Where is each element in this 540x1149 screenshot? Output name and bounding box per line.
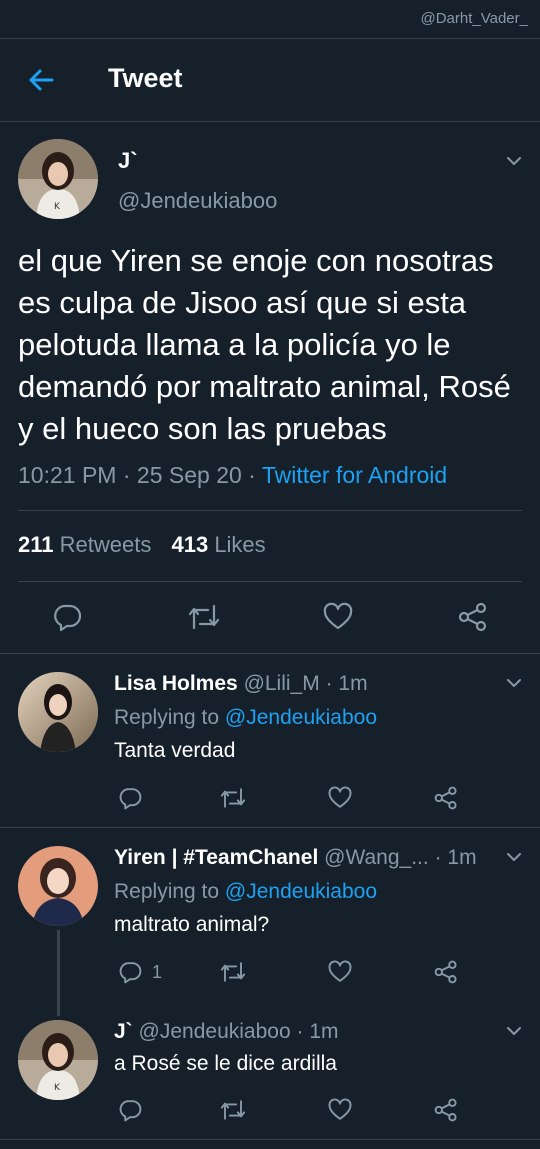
reply-author-name[interactable]: J`: [114, 1020, 133, 1043]
likes-count: 413: [171, 532, 209, 557]
replying-to: Replying to @Jendeukiaboo: [114, 706, 377, 730]
likes-label: Likes: [214, 532, 266, 557]
like-icon[interactable]: [328, 1098, 352, 1122]
share-icon[interactable]: [457, 602, 489, 632]
reply-author-handle[interactable]: @Wang_...: [324, 846, 429, 869]
reply-age: 1m: [447, 846, 477, 869]
meta-dot: ·: [248, 462, 262, 488]
reply-header: Lisa Holmes @Lili_M · 1m: [114, 672, 368, 696]
page-title: Tweet: [108, 63, 183, 93]
top-bar: Tweet: [0, 39, 540, 121]
watermark: @Darht_Vader_: [420, 10, 528, 27]
reply-author-handle[interactable]: @Lili_M: [244, 672, 320, 695]
avatar[interactable]: [18, 672, 98, 752]
divider: [0, 653, 540, 654]
reply-text: maltrato animal?: [114, 913, 270, 936]
reply-icon[interactable]: [52, 602, 82, 632]
divider: [18, 510, 522, 511]
retweets-stat[interactable]: 211 Retweets: [18, 532, 151, 557]
divider: [0, 827, 540, 828]
engagement-stats: 211 Retweets 413 Likes: [18, 532, 266, 558]
reply-icon[interactable]: [118, 786, 142, 810]
back-arrow-icon[interactable]: [26, 65, 56, 95]
author-name[interactable]: J`: [118, 148, 138, 174]
replying-to: Replying to @Jendeukiaboo: [114, 880, 377, 904]
tweet-actions: [0, 600, 540, 636]
author-handle[interactable]: @Jendeukiaboo: [118, 188, 277, 214]
replying-to-link[interactable]: @Jendeukiaboo: [225, 880, 377, 903]
reply-text: a Rosé se le dice ardilla: [114, 1052, 337, 1075]
meta-dot: ·: [434, 846, 442, 869]
avatar[interactable]: K: [18, 1020, 98, 1100]
reply-text: Tanta verdad: [114, 739, 236, 762]
like-icon[interactable]: [328, 786, 352, 810]
share-icon[interactable]: [433, 960, 459, 984]
divider: [0, 1139, 540, 1140]
tweet-meta: 10:21 PM · 25 Sep 20 · Twitter for Andro…: [18, 462, 447, 489]
retweet-icon[interactable]: [219, 960, 247, 984]
meta-dot: ·: [122, 462, 137, 488]
chevron-down-icon[interactable]: [503, 150, 525, 172]
thread-connector: [57, 930, 60, 1016]
chevron-down-icon[interactable]: [503, 1020, 525, 1042]
retweets-count: 211: [18, 532, 54, 557]
meta-dot: ·: [296, 1020, 304, 1043]
reply-age: 1m: [338, 672, 368, 695]
divider: [18, 581, 522, 582]
like-icon[interactable]: [323, 602, 353, 632]
reply-button[interactable]: 1: [118, 960, 162, 984]
reply-header: Yiren | #TeamChanel @Wang_... · 1m: [114, 846, 477, 870]
reply-header: J` @Jendeukiaboo · 1m: [114, 1020, 339, 1044]
share-icon[interactable]: [433, 786, 459, 810]
retweets-label: Retweets: [59, 532, 152, 557]
chevron-down-icon[interactable]: [503, 672, 525, 694]
likes-stat[interactable]: 413 Likes: [171, 532, 265, 557]
tweet-client-link[interactable]: Twitter for Android: [262, 462, 447, 488]
avatar[interactable]: [18, 846, 98, 926]
share-icon[interactable]: [433, 1098, 459, 1122]
header-divider: [0, 121, 540, 122]
avatar[interactable]: K: [18, 139, 98, 219]
like-icon[interactable]: [328, 960, 352, 984]
reply-icon: [118, 960, 142, 984]
reply-icon[interactable]: [118, 1098, 142, 1122]
meta-dot: ·: [325, 672, 333, 695]
reply-author-name[interactable]: Lisa Holmes: [114, 672, 238, 695]
retweet-icon[interactable]: [219, 1098, 247, 1122]
reply-author-handle[interactable]: @Jendeukiaboo: [139, 1020, 291, 1043]
chevron-down-icon[interactable]: [503, 846, 525, 868]
reply-age: 1m: [309, 1020, 339, 1043]
tweet-date: 25 Sep 20: [136, 462, 242, 488]
retweet-icon[interactable]: [219, 786, 247, 810]
tweet-text: el que Yiren se enoje con nosotras es cu…: [18, 243, 511, 446]
replying-label: Replying to: [114, 706, 220, 729]
reply-author-name[interactable]: Yiren | #TeamChanel: [114, 846, 318, 869]
retweet-icon[interactable]: [187, 602, 221, 632]
replying-label: Replying to: [114, 880, 220, 903]
replying-to-link[interactable]: @Jendeukiaboo: [225, 706, 377, 729]
tweet-time: 10:21 PM: [18, 462, 117, 488]
reply-count: 1: [152, 961, 163, 982]
